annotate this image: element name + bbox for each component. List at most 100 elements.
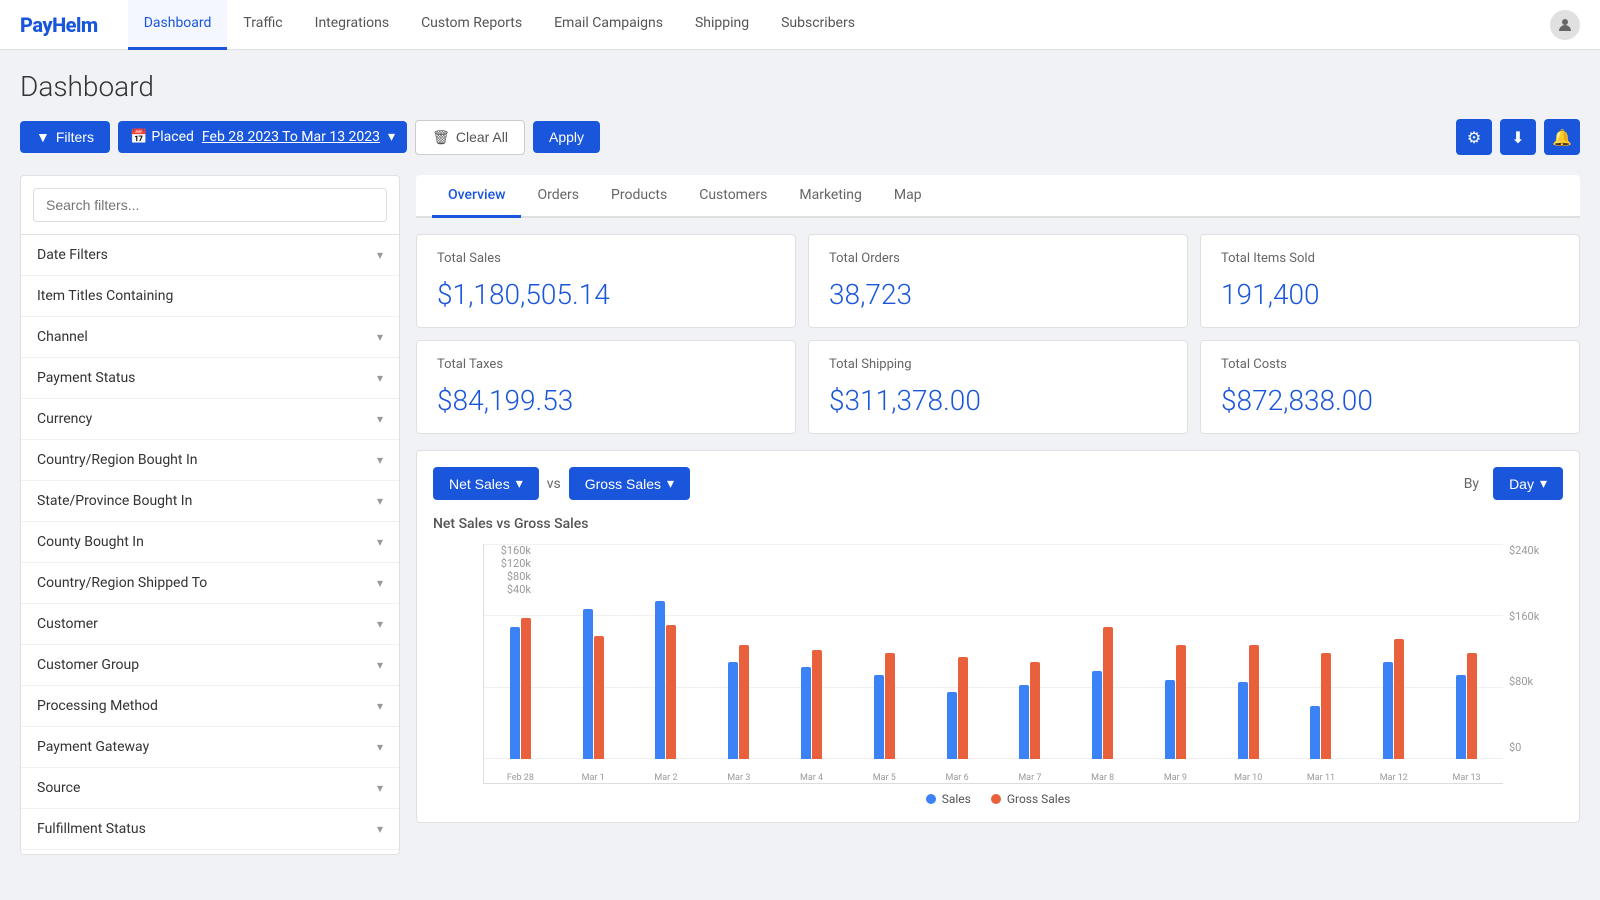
gross-sales-bar (739, 645, 749, 759)
notification-icon-button[interactable]: 🔔 (1544, 119, 1580, 155)
filter-item-country-region-shipped-to[interactable]: Country/Region Shipped To▾ (21, 563, 399, 604)
stats-grid: Total Sales $1,180,505.14 Total Orders 3… (416, 234, 1580, 434)
tab-products[interactable]: Products (595, 175, 683, 218)
logo[interactable]: PayHelm (20, 13, 98, 37)
user-avatar[interactable] (1550, 10, 1580, 40)
stat-value: $84,199.53 (437, 384, 775, 417)
trash-icon: 🗑 (432, 129, 450, 146)
legend-dot (991, 794, 1001, 804)
x-label: Mar 10 (1212, 773, 1285, 783)
toolbar-right: ⚙ ⬇ 🔔 (1456, 119, 1580, 155)
settings-icon-button[interactable]: ⚙ (1456, 119, 1492, 155)
chevron-icon: ▾ (377, 248, 383, 262)
filter-item-source[interactable]: Source▾ (21, 768, 399, 809)
chevron-icon: ▾ (377, 658, 383, 672)
filter-item-payment-status[interactable]: Payment Status▾ (21, 358, 399, 399)
sales-bar (1019, 685, 1029, 759)
stat-label: Total Shipping (829, 357, 1167, 372)
nav-link-custom-reports[interactable]: Custom Reports (405, 0, 538, 50)
nav-link-email-campaigns[interactable]: Email Campaigns (538, 0, 679, 50)
sales-bar (1456, 675, 1466, 759)
search-box (21, 176, 399, 235)
filter-list: Date Filters▾Item Titles ContainingChann… (21, 235, 399, 855)
x-label: Mar 5 (848, 773, 921, 783)
gross-sales-bar (1176, 645, 1186, 759)
legend-item-gross-sales: Gross Sales (991, 792, 1070, 806)
download-icon-button[interactable]: ⬇ (1500, 119, 1536, 155)
bar-group (921, 657, 994, 759)
chevron-icon: ▾ (377, 699, 383, 713)
legend-dot (926, 794, 936, 804)
nav-link-integrations[interactable]: Integrations (299, 0, 405, 50)
chevron-icon: ▾ (377, 822, 383, 836)
filter-item-currency[interactable]: Currency▾ (21, 399, 399, 440)
bar-group (1066, 627, 1139, 759)
filter-item-country-region-bought-in[interactable]: Country/Region Bought In▾ (21, 440, 399, 481)
chart-title: Net Sales vs Gross Sales (433, 516, 1563, 532)
main-layout: Date Filters▾Item Titles ContainingChann… (20, 175, 1580, 855)
by-label: By (1464, 476, 1479, 492)
sales-bar (728, 662, 738, 759)
bar-group (557, 609, 630, 759)
gross-sales-dropdown[interactable]: Gross Sales ▾ (569, 467, 690, 500)
tabs: OverviewOrdersProductsCustomersMarketing… (416, 175, 1580, 218)
placed-date-button[interactable]: 📅 Placed Feb 28 2023 To Mar 13 2023 ▾ (118, 121, 407, 153)
chart-controls: Net Sales ▾ vs Gross Sales ▾ By Day ▾ (433, 467, 1563, 500)
filter-item-item-titles-containing[interactable]: Item Titles Containing (21, 276, 399, 317)
bar-group (702, 645, 775, 759)
filter-item-county-bought-in[interactable]: County Bought In▾ (21, 522, 399, 563)
nav-link-shipping[interactable]: Shipping (679, 0, 765, 50)
filter-item-state-province-bought-in[interactable]: State/Province Bought In▾ (21, 481, 399, 522)
apply-button[interactable]: Apply (533, 121, 600, 153)
x-label: Mar 8 (1066, 773, 1139, 783)
chevron-down-icon: ▾ (1540, 475, 1547, 492)
x-label: Mar 3 (702, 773, 775, 783)
vs-text: vs (547, 476, 561, 492)
gross-sales-bar (594, 636, 604, 759)
sales-bar (1092, 671, 1102, 759)
filter-item-customer-group[interactable]: Customer Group▾ (21, 645, 399, 686)
day-dropdown[interactable]: Day ▾ (1493, 467, 1563, 500)
net-sales-dropdown[interactable]: Net Sales ▾ (433, 467, 539, 500)
sales-bar (801, 667, 811, 759)
stat-label: Total Orders (829, 251, 1167, 266)
sidebar: Date Filters▾Item Titles ContainingChann… (20, 175, 400, 855)
toolbar: ▼ Filters 📅 Placed Feb 28 2023 To Mar 13… (20, 119, 1580, 155)
chevron-icon: ▾ (377, 412, 383, 426)
x-label: Mar 9 (1139, 773, 1212, 783)
tab-overview[interactable]: Overview (432, 175, 521, 218)
nav-link-subscribers[interactable]: Subscribers (765, 0, 871, 50)
sales-bar (510, 627, 520, 759)
chevron-down-icon: ▾ (388, 129, 395, 145)
filter-item-processing-method[interactable]: Processing Method▾ (21, 686, 399, 727)
x-label: Mar 1 (557, 773, 630, 783)
chart-legend: SalesGross Sales (433, 792, 1563, 806)
filter-item-date-filters[interactable]: Date Filters▾ (21, 235, 399, 276)
filter-item-shipping-provider[interactable]: Shipping Provider▾ (21, 850, 399, 855)
search-input[interactable] (33, 188, 387, 222)
filter-item-channel[interactable]: Channel▾ (21, 317, 399, 358)
gross-sales-bar (812, 650, 822, 759)
stat-label: Total Sales (437, 251, 775, 266)
tab-orders[interactable]: Orders (521, 175, 595, 218)
gross-sales-bar (958, 657, 968, 759)
sales-bar (947, 692, 957, 759)
stat-card-total-orders: Total Orders 38,723 (808, 234, 1188, 328)
stat-label: Total Taxes (437, 357, 775, 372)
tab-customers[interactable]: Customers (683, 175, 783, 218)
chevron-icon: ▾ (377, 617, 383, 631)
gross-sales-bar (885, 653, 895, 759)
calendar-icon: 📅 (130, 129, 147, 145)
sales-bar (1238, 682, 1248, 759)
filter-item-payment-gateway[interactable]: Payment Gateway▾ (21, 727, 399, 768)
clear-all-button[interactable]: 🗑 Clear All (415, 120, 525, 155)
filter-item-customer[interactable]: Customer▾ (21, 604, 399, 645)
filter-item-fulfillment-status[interactable]: Fulfillment Status▾ (21, 809, 399, 850)
tab-map[interactable]: Map (878, 175, 938, 218)
tab-marketing[interactable]: Marketing (783, 175, 878, 218)
bar-group (484, 618, 557, 759)
filters-button[interactable]: ▼ Filters (20, 121, 110, 153)
nav-link-traffic[interactable]: Traffic (227, 0, 298, 50)
bar-group (848, 653, 921, 759)
nav-link-dashboard[interactable]: Dashboard (128, 0, 228, 50)
